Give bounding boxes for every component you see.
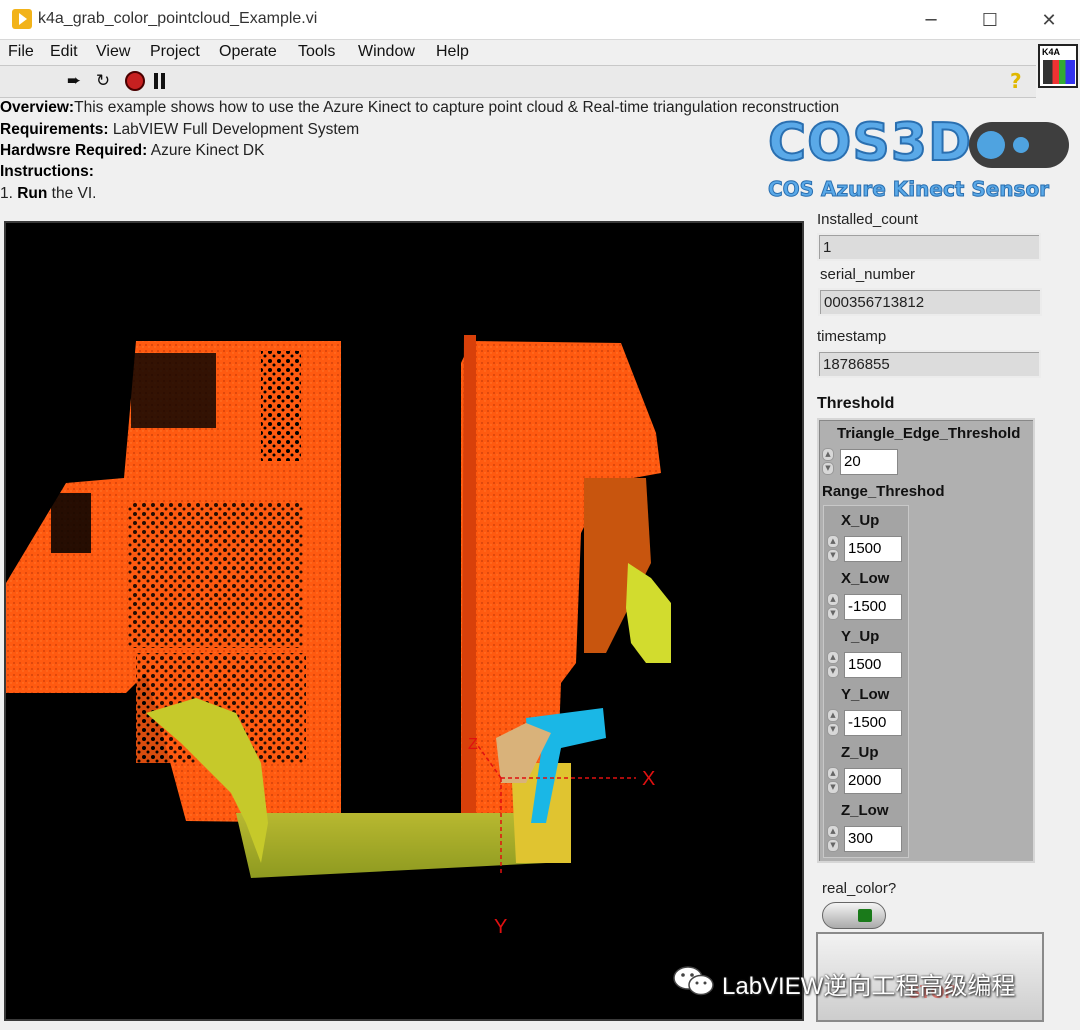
maximize-button[interactable]: ☐: [961, 0, 1019, 40]
z-up-spinner[interactable]: ▲ ▼: [827, 766, 841, 796]
step-1-run: Run: [17, 185, 48, 202]
door-dark-patch-3: [51, 493, 91, 553]
x-up-input[interactable]: 1500: [844, 536, 902, 562]
y-up-input[interactable]: 1500: [844, 652, 902, 678]
menu-tools[interactable]: Tools: [298, 43, 335, 61]
z-low-input[interactable]: 300: [844, 826, 902, 852]
close-button[interactable]: ✕: [1020, 0, 1078, 40]
menu-window[interactable]: Window: [358, 43, 415, 61]
z-up-label: Z_Up: [841, 744, 879, 761]
y-low-label: Y_Low: [841, 686, 890, 703]
hardware-line: Hardwsre Required: Azure Kinect DK: [0, 142, 264, 160]
step-1-text: the VI.: [47, 185, 97, 202]
y-up-spinner[interactable]: ▲ ▼: [827, 650, 841, 680]
real-color-led-icon: [858, 909, 872, 922]
z-up-input[interactable]: 2000: [844, 768, 902, 794]
plant-right: [626, 563, 671, 663]
minimize-button[interactable]: ─: [902, 0, 960, 40]
overview-line: Overview:This example shows how to use t…: [0, 99, 839, 117]
axis-z-label: Z: [468, 736, 478, 753]
y-low-spinner[interactable]: ▲ ▼: [827, 708, 841, 738]
triangle-edge-spinner[interactable]: ▲ ▼: [822, 447, 836, 477]
menu-bar: File Edit View Project Operate Tools Win…: [0, 40, 1036, 65]
installed-count-label: Installed_count: [817, 211, 918, 228]
menu-file[interactable]: File: [8, 43, 34, 61]
real-color-label: real_color?: [822, 880, 897, 897]
threshold-cluster-label: Threshold: [817, 395, 895, 412]
door-panel-upper: [128, 503, 303, 648]
vi-connector-icon: K4A: [1038, 44, 1078, 88]
y-up-label: Y_Up: [841, 628, 880, 645]
requirements-line: Requirements: LabVIEW Full Development S…: [0, 121, 359, 139]
cos3d-logo-toggle-graphic: [969, 122, 1069, 168]
watermark-text: LabVIEW逆向工程高级编程: [722, 973, 1016, 1000]
z-low-label: Z_Low: [841, 802, 889, 819]
timestamp-label: timestamp: [817, 328, 887, 345]
x-low-label: X_Low: [841, 570, 890, 587]
requirements-text: LabVIEW Full Development System: [108, 121, 360, 138]
triangle-edge-threshold-label: Triangle_Edge_Threshold: [837, 425, 1021, 442]
overview-text: This example shows how to use the Azure …: [74, 99, 840, 116]
timestamp-indicator: 18786855: [817, 350, 1041, 378]
z-low-spinner[interactable]: ▲ ▼: [827, 824, 841, 854]
door-dark-patch-2: [261, 351, 301, 461]
overview-label: Overview:: [0, 99, 75, 116]
x-up-label: X_Up: [841, 512, 880, 529]
pointcloud-render: X Y Z: [6, 335, 671, 938]
hardware-text: Azure Kinect DK: [147, 142, 265, 159]
menu-operate[interactable]: Operate: [219, 43, 277, 61]
run-continuously-icon[interactable]: ↻: [93, 71, 113, 91]
context-help-icon[interactable]: ?: [1010, 69, 1022, 93]
x-up-spinner[interactable]: ▲ ▼: [827, 534, 841, 564]
vi-icon-graphic: [1043, 60, 1075, 84]
range-threshold-label: Range_Threshod: [822, 483, 945, 500]
step-1-line: 1. Run the VI.: [0, 185, 97, 203]
menu-edit[interactable]: Edit: [50, 43, 78, 61]
serial-number-indicator: 000356713812: [818, 288, 1042, 316]
pointcloud-3d-display[interactable]: X Y Z: [4, 221, 804, 1021]
installed-count-indicator: 1: [817, 233, 1041, 261]
instructions-line: Instructions:: [0, 163, 94, 181]
hardware-label: Hardwsre Required:: [0, 142, 148, 159]
x-low-input[interactable]: -1500: [844, 594, 902, 620]
serial-number-label: serial_number: [820, 266, 916, 283]
cos3d-logo-subtitle: COS Azure Kinect Sensor: [767, 177, 1050, 202]
y-low-input[interactable]: -1500: [844, 710, 902, 736]
triangle-edge-threshold-input[interactable]: 20: [840, 449, 898, 475]
axis-y-label: Y: [494, 916, 507, 938]
step-1-prefix: 1.: [0, 185, 18, 202]
requirements-label: Requirements:: [0, 121, 109, 138]
door-dark-patch: [131, 353, 216, 428]
x-low-spinner[interactable]: ▲ ▼: [827, 592, 841, 622]
floor-surface: [236, 813, 546, 878]
real-color-toggle[interactable]: [822, 902, 886, 929]
abort-execution-icon[interactable]: [125, 71, 145, 91]
pause-icon[interactable]: [153, 73, 167, 89]
labview-vi-icon: [12, 9, 32, 29]
menu-project[interactable]: Project: [150, 43, 200, 61]
window-title: k4a_grab_color_pointcloud_Example.vi: [38, 10, 318, 27]
wechat-icon: [673, 966, 714, 996]
cos3d-logo: COS3D: [767, 112, 973, 174]
instructions-label: Instructions:: [0, 163, 94, 180]
window-title-bar: k4a_grab_color_pointcloud_Example.vi ─ ☐…: [0, 0, 1080, 40]
menu-help[interactable]: Help: [436, 43, 469, 61]
watermark: LabVIEW逆向工程高级编程: [672, 964, 1052, 1000]
axis-x-label: X: [642, 768, 655, 790]
vi-icon-label: K4A: [1042, 47, 1061, 57]
menu-view[interactable]: View: [96, 43, 130, 61]
run-arrow-icon[interactable]: ➨: [64, 71, 84, 91]
